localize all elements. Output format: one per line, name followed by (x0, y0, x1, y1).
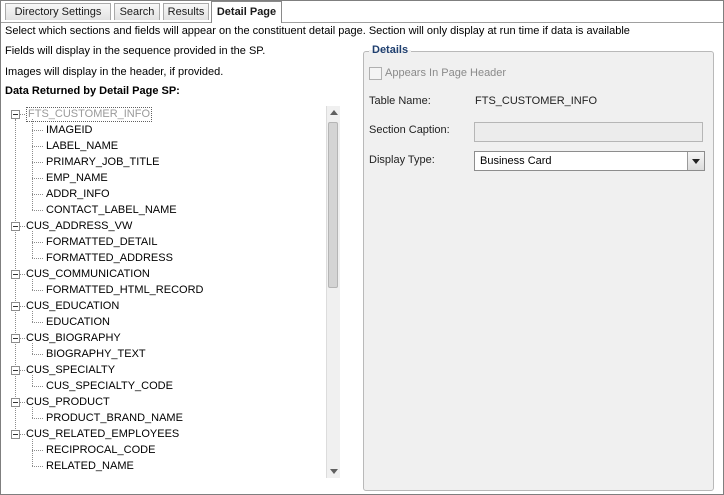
tree-connector (32, 242, 43, 243)
tree-connector (32, 311, 33, 322)
tree-field[interactable]: CUS_SPECIALTY_CODE (46, 379, 173, 394)
collapse-icon[interactable] (11, 334, 20, 343)
tree-field[interactable]: PRIMARY_JOB_TITLE (46, 155, 160, 170)
section-caption-input[interactable] (474, 122, 703, 142)
collapse-icon[interactable] (11, 398, 20, 407)
tree-field[interactable]: PRODUCT_BRAND_NAME (46, 411, 183, 426)
instructions-text: Select which sections and fields will ap… (5, 25, 630, 37)
tree-section[interactable]: CUS_COMMUNICATION (26, 267, 150, 282)
tree-section[interactable]: CUS_PRODUCT (26, 395, 110, 410)
tree-connector (32, 258, 43, 259)
tab-bar: Directory Settings Search Results Detail… (1, 1, 723, 23)
tree-section[interactable]: CUS_BIOGRAPHY (26, 331, 121, 346)
tree-field[interactable]: LABEL_NAME (46, 139, 118, 154)
tab-results[interactable]: Results (163, 3, 209, 20)
tree-connector (32, 231, 33, 258)
tree-connector (20, 370, 25, 371)
tree-connector (32, 375, 33, 386)
tree-connector (32, 290, 43, 291)
tree-connector (32, 210, 43, 211)
tree-connector (32, 130, 43, 131)
scroll-thumb[interactable] (328, 122, 338, 288)
sequence-note: Fields will display in the sequence prov… (5, 45, 266, 57)
tree-connector (20, 114, 25, 115)
details-legend: Details (369, 44, 412, 56)
details-group (363, 51, 714, 491)
images-note: Images will display in the header, if pr… (5, 66, 224, 78)
tree-connector (32, 343, 33, 354)
tree-connector (32, 178, 43, 179)
tree-connector (32, 119, 33, 210)
tree-connector (32, 146, 43, 147)
tree-connector (32, 407, 33, 418)
tree-field[interactable]: FORMATTED_ADDRESS (46, 251, 173, 266)
table-name-value: FTS_CUSTOMER_INFO (475, 95, 598, 107)
tree-field[interactable]: ADDR_INFO (46, 187, 110, 202)
tree-connector (32, 322, 43, 323)
table-name-label: Table Name: (369, 95, 431, 107)
tree-section[interactable]: FTS_CUSTOMER_INFO (26, 107, 153, 122)
tree-field[interactable]: EDUCATION (46, 315, 110, 330)
appears-in-header-label: Appears In Page Header (385, 67, 507, 79)
detail-page-panel: Directory Settings Search Results Detail… (0, 0, 724, 495)
tree-connector (32, 439, 33, 466)
display-type-select[interactable]: Business Card (474, 151, 705, 171)
tree-connector (20, 338, 25, 339)
tree-connector (32, 450, 43, 451)
tree-connector (32, 279, 33, 290)
tree-field[interactable]: RECIPROCAL_CODE (46, 443, 155, 458)
tab-search[interactable]: Search (114, 3, 160, 20)
collapse-icon[interactable] (11, 222, 20, 231)
data-tree[interactable]: FTS_CUSTOMER_INFO IMAGEID LABEL_NAME PRIMAR… (5, 107, 339, 475)
tree-field[interactable]: CONTACT_LABEL_NAME (46, 203, 177, 218)
tree-connector (32, 386, 43, 387)
display-type-label: Display Type: (369, 154, 435, 166)
tree-connector (20, 226, 25, 227)
tree-field[interactable]: FORMATTED_DETAIL (46, 235, 157, 250)
collapse-icon[interactable] (11, 430, 20, 439)
tree-connector (20, 434, 25, 435)
scroll-up-icon[interactable] (330, 110, 338, 115)
tree-field[interactable]: FORMATTED_HTML_RECORD (46, 283, 203, 298)
collapse-icon[interactable] (11, 366, 20, 375)
tree-connector (20, 274, 25, 275)
tree-connector (32, 418, 43, 419)
collapse-icon[interactable] (11, 110, 20, 119)
tree-scrollbar[interactable] (326, 106, 340, 478)
tree-connector (32, 162, 43, 163)
tree-section[interactable]: CUS_SPECIALTY (26, 363, 115, 378)
tab-directory-settings[interactable]: Directory Settings (5, 3, 111, 20)
dropdown-arrow-icon[interactable] (687, 152, 704, 170)
display-type-value: Business Card (480, 155, 552, 167)
tree-connector (32, 466, 43, 467)
collapse-icon[interactable] (11, 270, 20, 279)
tab-detail-page[interactable]: Detail Page (211, 1, 282, 23)
tree-field[interactable]: BIOGRAPHY_TEXT (46, 347, 146, 362)
tree-section[interactable]: CUS_RELATED_EMPLOYEES (26, 427, 179, 442)
tree-section[interactable]: CUS_EDUCATION (26, 299, 119, 314)
tree-field[interactable]: RELATED_NAME (46, 459, 134, 474)
collapse-icon[interactable] (11, 302, 20, 311)
tree-section[interactable]: CUS_ADDRESS_VW (26, 219, 132, 234)
tree-field[interactable]: EMP_NAME (46, 171, 108, 186)
tree-connector (32, 194, 43, 195)
tree-heading: Data Returned by Detail Page SP: (5, 85, 180, 97)
appears-in-header-checkbox[interactable] (369, 67, 382, 80)
tree-field[interactable]: IMAGEID (46, 123, 92, 138)
scroll-down-icon[interactable] (330, 469, 338, 474)
section-caption-label: Section Caption: (369, 124, 450, 136)
tree-connector (20, 402, 25, 403)
tree-connector (32, 354, 43, 355)
tree-connector (20, 306, 25, 307)
